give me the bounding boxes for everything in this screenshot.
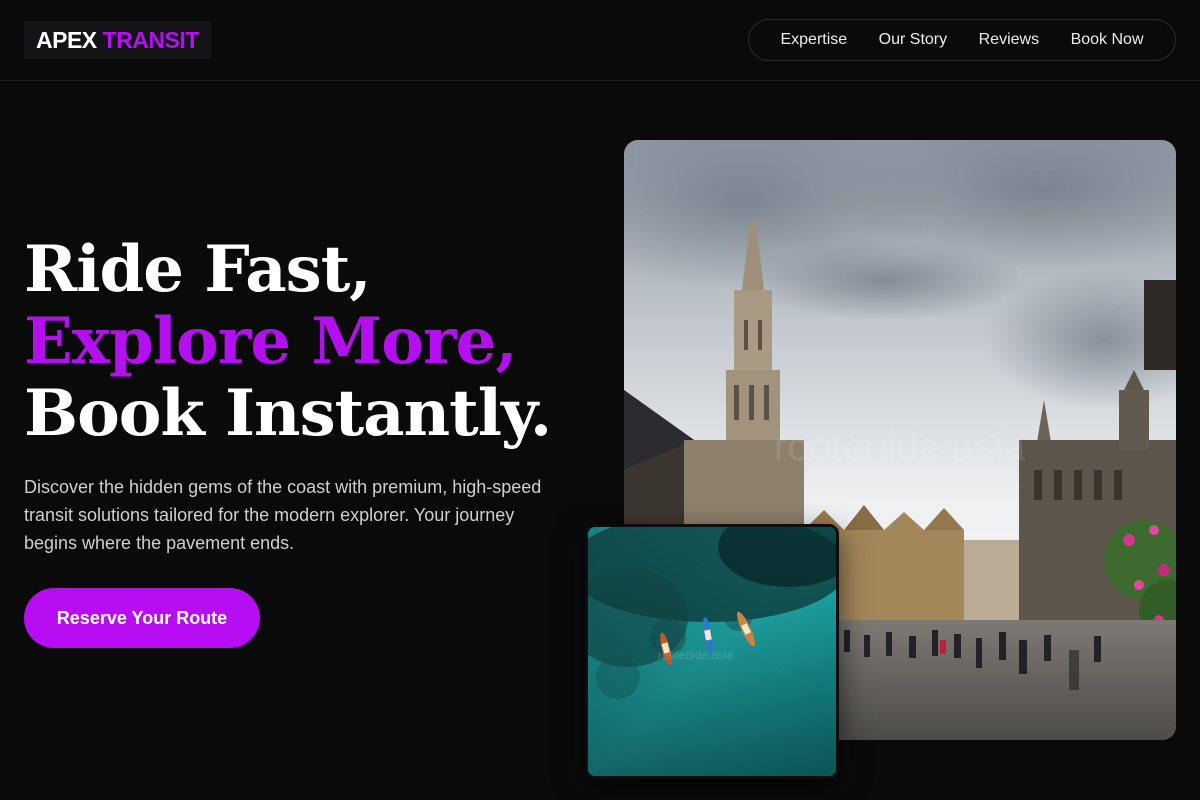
logo[interactable]: APEX TRANSIT <box>24 21 211 59</box>
hero-description: Discover the hidden gems of the coast wi… <box>24 477 542 553</box>
nav-link-our-story[interactable]: Our Story <box>871 27 955 53</box>
headline-line-1: Ride Fast, <box>24 232 372 307</box>
logo-primary-text: APEX <box>36 26 97 53</box>
nav-link-book-now[interactable]: Book Now <box>1063 27 1152 53</box>
headline-line-3: Book Instantly. <box>24 376 552 451</box>
logo-accent-text: TRANSIT <box>102 26 200 53</box>
reserve-route-button[interactable]: Reserve Your Route <box>24 588 260 648</box>
main-image-watermark: rootenide.asia <box>774 425 1026 469</box>
nav-link-expertise[interactable]: Expertise <box>772 27 855 53</box>
headline-line-2: Explore More, <box>24 304 518 379</box>
site-header: APEX TRANSIT Expertise Our Story Reviews… <box>0 0 1200 81</box>
inset-image-watermark: rootenide.asia <box>658 648 734 662</box>
hero-headline: Ride Fast, Explore More, Book Instantly. <box>24 232 552 451</box>
coastal-boats-image: rootenide.asia <box>585 524 839 779</box>
main-nav: Expertise Our Story Reviews Book Now <box>748 19 1176 61</box>
nav-link-reviews[interactable]: Reviews <box>971 27 1047 53</box>
